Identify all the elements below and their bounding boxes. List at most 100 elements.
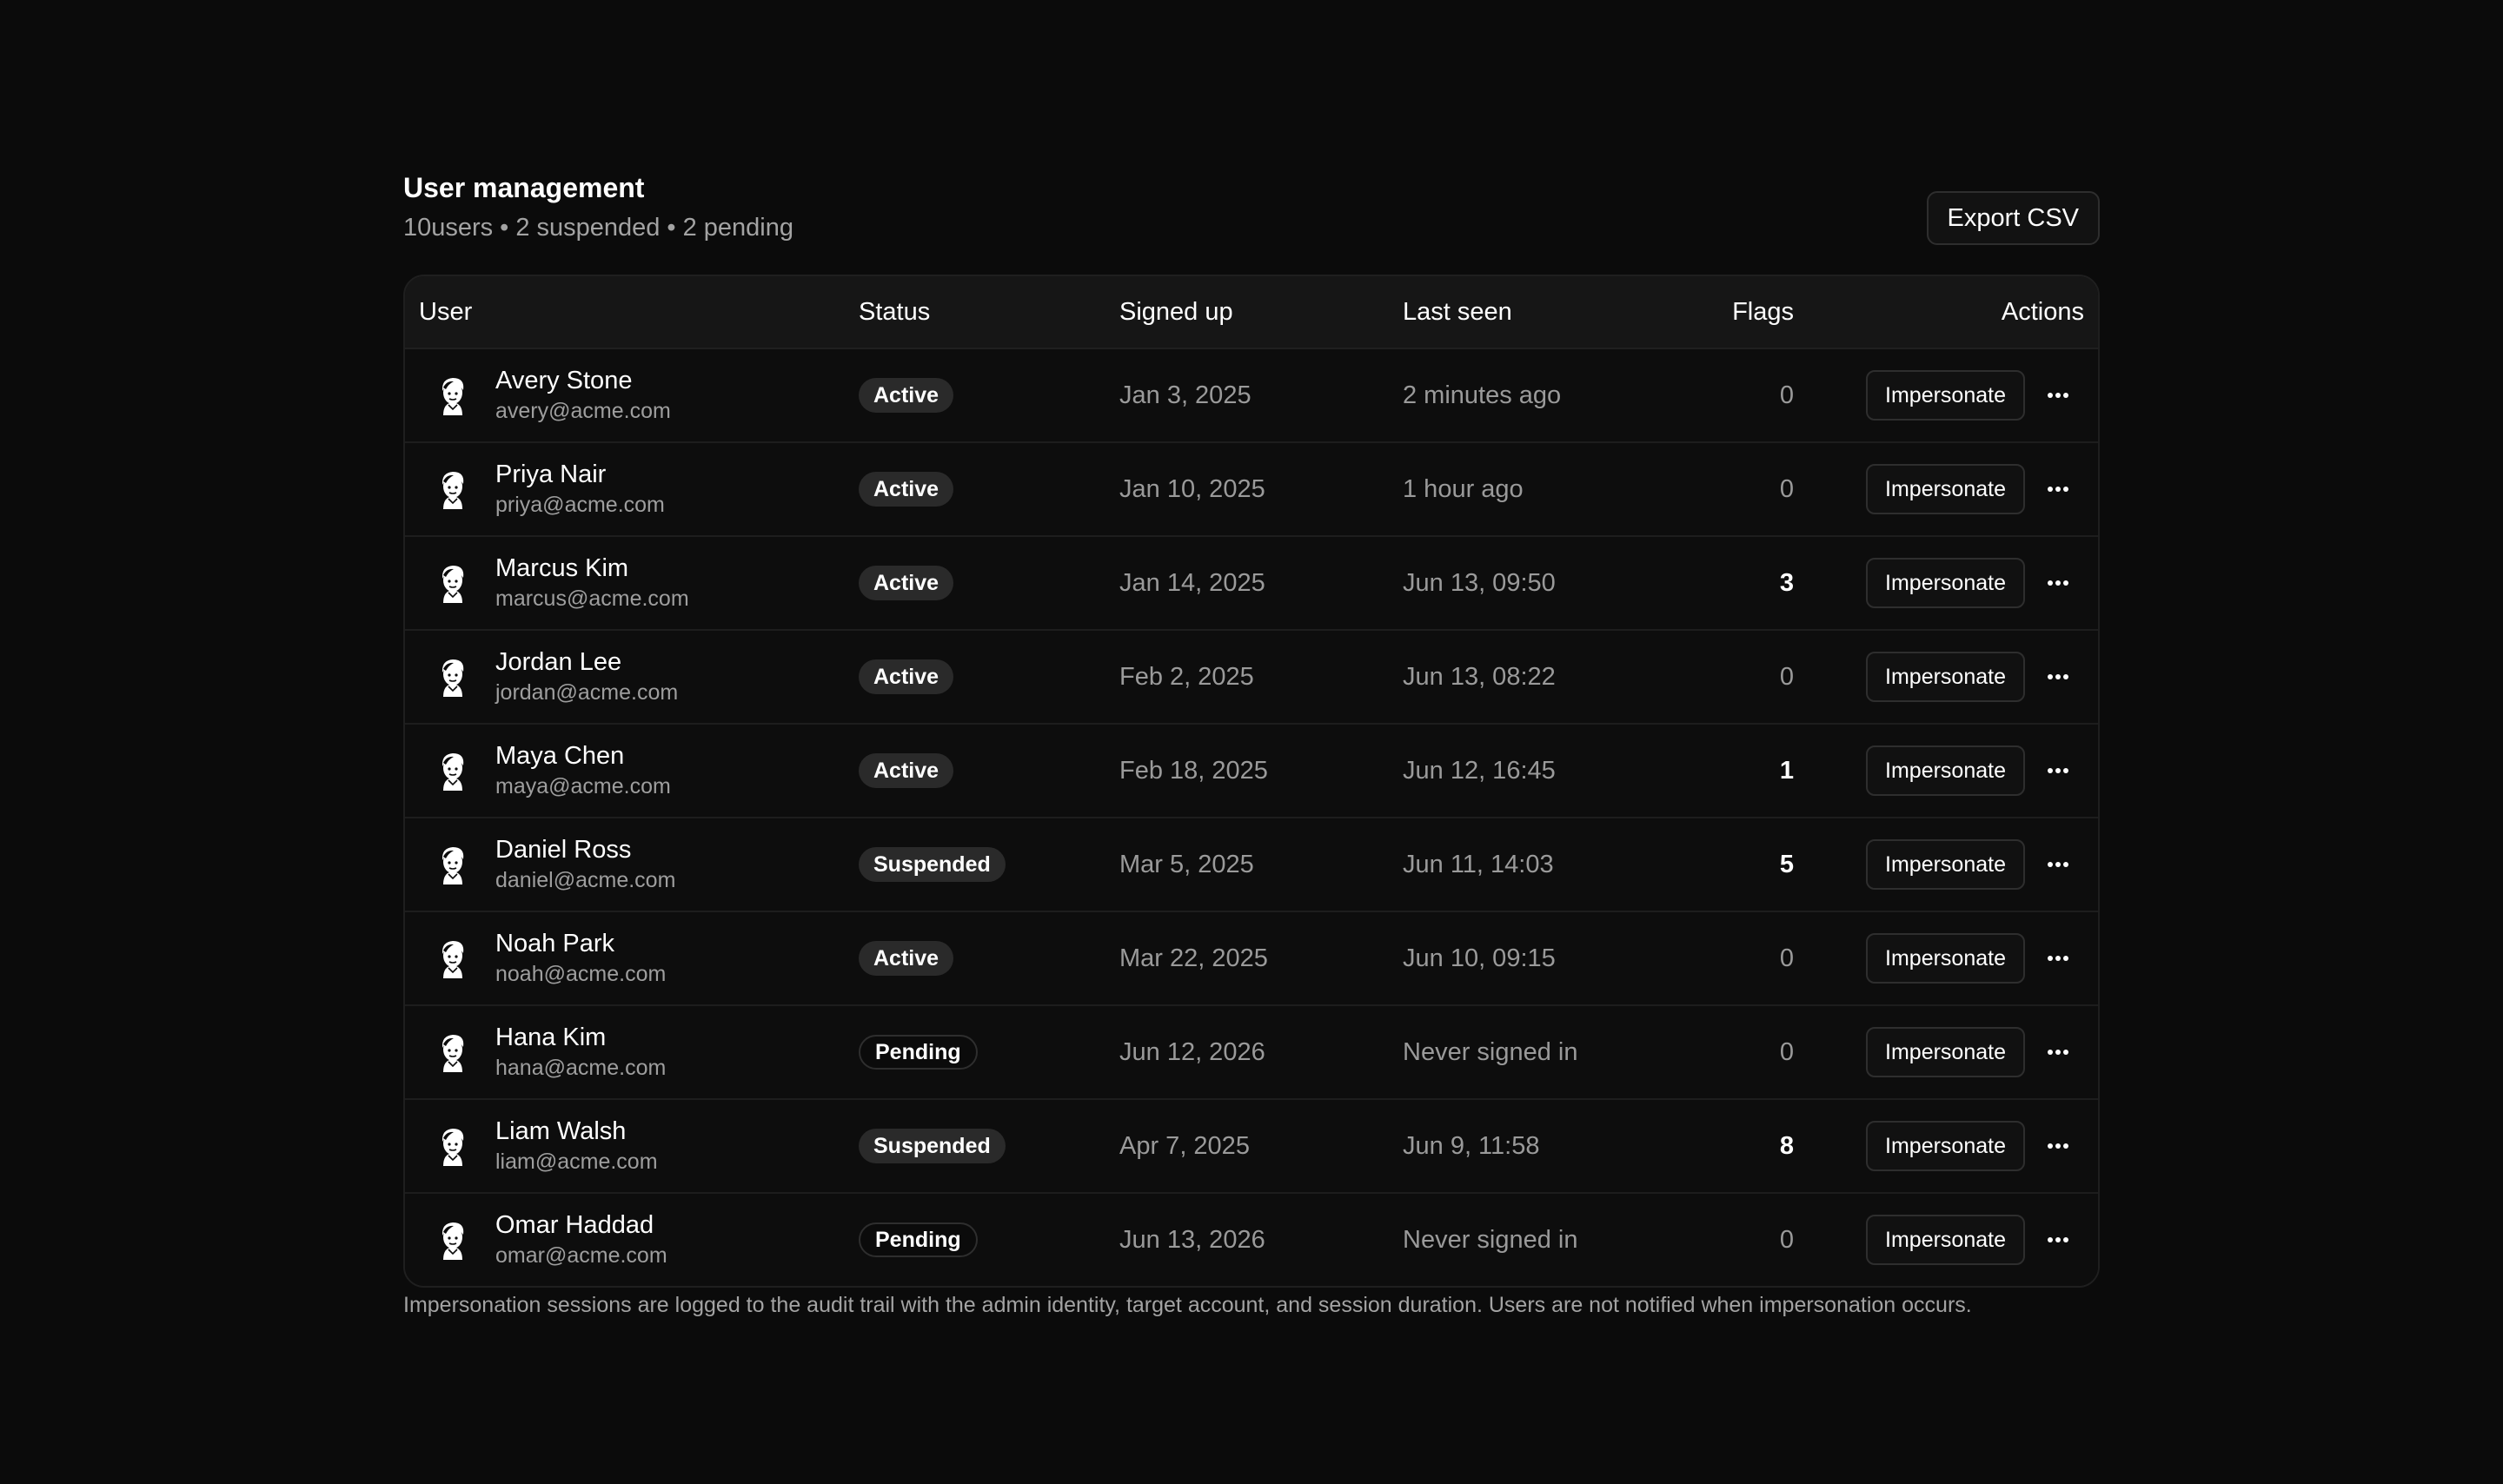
last-seen: Never signed in	[1403, 1037, 1578, 1066]
impersonate-button[interactable]: Impersonate	[1866, 464, 2025, 514]
status-badge: Suspended	[859, 847, 1006, 882]
export-csv-button[interactable]: Export CSV	[1926, 191, 2100, 245]
impersonate-button[interactable]: Impersonate	[1866, 933, 2025, 984]
last-seen: 1 hour ago	[1403, 474, 1524, 503]
actions-cell: Impersonate	[1794, 1027, 2098, 1077]
user-identity: Marcus Kim marcus@acme.com	[495, 553, 689, 613]
status-cell: Active	[859, 472, 1119, 507]
status-cell: Active	[859, 753, 1119, 788]
last-seen: Never signed in	[1403, 1225, 1578, 1254]
last-seen: Jun 12, 16:45	[1403, 756, 1556, 785]
column-header-last-seen[interactable]: Last seen	[1403, 295, 1724, 329]
user-email: priya@acme.com	[495, 493, 665, 517]
user-name: Jordan Lee	[495, 648, 622, 676]
user-summary: 10users • 2 suspended • 2 pending	[403, 210, 793, 245]
user-identity: Liam Walsh liam@acme.com	[495, 1116, 658, 1176]
actions-cell: Impersonate	[1794, 558, 2098, 608]
user-name: Daniel Ross	[495, 836, 632, 864]
more-horizontal-icon[interactable]	[2041, 1035, 2075, 1070]
flag-count: 8	[1779, 1131, 1794, 1160]
table-row: Priya Nair priya@acme.com Active Jan 10,…	[405, 443, 2098, 537]
user-identity: Daniel Ross daniel@acme.com	[495, 834, 675, 895]
user-email: jordan@acme.com	[495, 680, 679, 705]
user-email: omar@acme.com	[495, 1243, 667, 1268]
suspended-count: 2 suspended	[515, 214, 661, 242]
user-name: Avery Stone	[495, 367, 633, 394]
column-header-user[interactable]: User	[405, 295, 859, 329]
user-email: marcus@acme.com	[495, 586, 689, 611]
last-seen: Jun 10, 09:15	[1403, 944, 1556, 972]
user-cell: Avery Stone avery@acme.com	[405, 365, 859, 426]
actions-cell: Impersonate	[1794, 839, 2098, 890]
status-badge: Active	[859, 566, 954, 600]
last-seen: 2 minutes ago	[1403, 381, 1562, 409]
more-horizontal-icon[interactable]	[2041, 472, 2075, 507]
table-row: Maya Chen maya@acme.com Active Feb 18, 2…	[405, 725, 2098, 818]
impersonate-button[interactable]: Impersonate	[1866, 558, 2025, 608]
column-header-signed-up[interactable]: Signed up	[1119, 295, 1403, 329]
more-horizontal-icon[interactable]	[2041, 1222, 2075, 1257]
avatar-illustration-icon	[442, 753, 464, 791]
last-seen: Jun 13, 09:50	[1403, 568, 1556, 597]
actions-cell: Impersonate	[1794, 652, 2098, 702]
table-header: User Status Signed up Last seen Flags Ac…	[405, 276, 2098, 349]
user-cell: Maya Chen maya@acme.com	[405, 740, 859, 801]
more-dots-glyph	[2048, 674, 2068, 679]
impersonate-button[interactable]: Impersonate	[1866, 1027, 2025, 1077]
more-horizontal-icon[interactable]	[2041, 1129, 2075, 1163]
user-name: Hana Kim	[495, 1024, 607, 1051]
user-identity: Omar Haddad omar@acme.com	[495, 1209, 667, 1270]
signed-up-date: Jan 3, 2025	[1119, 381, 1252, 409]
user-email: avery@acme.com	[495, 399, 671, 423]
user-cell: Jordan Lee jordan@acme.com	[405, 646, 859, 707]
table-row: Noah Park noah@acme.com Active Mar 22, 2…	[405, 912, 2098, 1006]
avatar-illustration-icon	[442, 378, 464, 415]
actions-cell: Impersonate	[1794, 933, 2098, 984]
more-horizontal-icon[interactable]	[2041, 659, 2075, 694]
signed-up-date: Jan 14, 2025	[1119, 568, 1265, 597]
avatar-illustration-icon	[442, 566, 464, 603]
user-cell: Hana Kim hana@acme.com	[405, 1022, 859, 1083]
signed-up-date: Mar 5, 2025	[1119, 850, 1254, 878]
more-horizontal-icon[interactable]	[2041, 378, 2075, 413]
status-cell: Suspended	[859, 1129, 1119, 1163]
table-row: Daniel Ross daniel@acme.com Suspended Ma…	[405, 818, 2098, 912]
impersonation-footnote: Impersonation sessions are logged to the…	[403, 1293, 1972, 1317]
more-dots-glyph	[2048, 580, 2068, 586]
impersonate-button[interactable]: Impersonate	[1866, 1121, 2025, 1171]
column-header-status[interactable]: Status	[859, 295, 1119, 329]
last-seen: Jun 13, 08:22	[1403, 662, 1556, 691]
more-horizontal-icon[interactable]	[2041, 941, 2075, 976]
table-row: Liam Walsh liam@acme.com Suspended Apr 7…	[405, 1100, 2098, 1194]
avatar-illustration-icon	[442, 472, 464, 509]
impersonate-button[interactable]: Impersonate	[1866, 1215, 2025, 1265]
user-email: noah@acme.com	[495, 962, 667, 986]
flag-count: 0	[1779, 662, 1794, 691]
status-badge: Active	[859, 659, 954, 694]
flag-count: 3	[1779, 568, 1794, 597]
more-horizontal-icon[interactable]	[2041, 753, 2075, 788]
more-dots-glyph	[2048, 956, 2068, 961]
signed-up-date: Jan 10, 2025	[1119, 474, 1265, 503]
impersonate-button[interactable]: Impersonate	[1866, 839, 2025, 890]
signed-up-date: Feb 18, 2025	[1119, 756, 1268, 785]
user-identity: Noah Park noah@acme.com	[495, 928, 666, 989]
more-dots-glyph	[2048, 1237, 2068, 1242]
impersonate-button[interactable]: Impersonate	[1866, 745, 2025, 796]
more-dots-glyph	[2048, 862, 2068, 867]
impersonate-button[interactable]: Impersonate	[1866, 370, 2025, 421]
flag-count: 0	[1779, 381, 1794, 409]
user-identity: Jordan Lee jordan@acme.com	[495, 646, 678, 707]
more-horizontal-icon[interactable]	[2041, 847, 2075, 882]
status-cell: Active	[859, 566, 1119, 600]
column-header-flags[interactable]: Flags	[1724, 295, 1794, 329]
user-email: maya@acme.com	[495, 774, 671, 798]
more-dots-glyph	[2048, 768, 2068, 773]
impersonate-button[interactable]: Impersonate	[1866, 652, 2025, 702]
status-cell: Active	[859, 659, 1119, 694]
status-badge: Suspended	[859, 1129, 1006, 1163]
page-header: User management 10users • 2 suspended • 2 pe…	[403, 170, 2100, 275]
signed-up-date: Mar 22, 2025	[1119, 944, 1268, 972]
more-horizontal-icon[interactable]	[2041, 566, 2075, 600]
status-cell: Active	[859, 378, 1119, 413]
